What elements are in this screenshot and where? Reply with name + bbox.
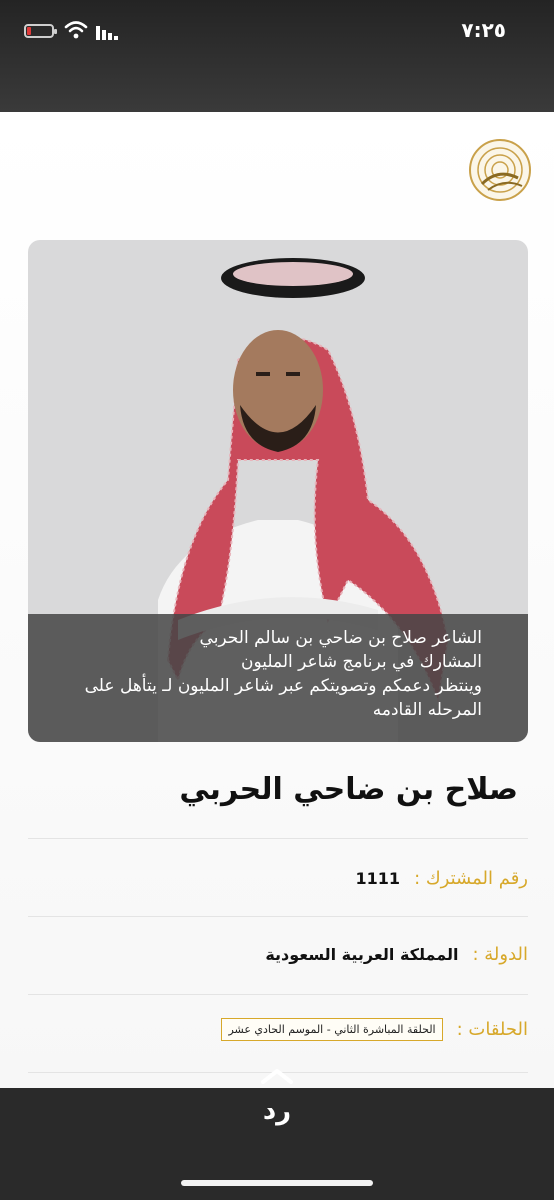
reply-bar[interactable]: رد <box>0 1069 554 1200</box>
country-label: الدولة : <box>472 944 528 965</box>
caption-line: المرحله القادمه <box>372 700 482 720</box>
divider <box>28 916 528 917</box>
participant-number-label: رقم المشترك : <box>414 868 528 889</box>
caption-line: الشاعر صلاح بن ضاحي بن سالم الحربي <box>199 628 482 648</box>
divider <box>28 994 528 995</box>
caption-line: المشارك في برنامج شاعر المليون <box>240 652 482 672</box>
photo-caption: الشاعر صلاح بن ضاحي بن سالم الحربي المشا… <box>28 614 528 742</box>
episodes-label: الحلقات : <box>456 1019 528 1040</box>
status-bar: ٧:٢٥ <box>0 0 554 112</box>
wifi-icon <box>64 21 88 39</box>
country-value: المملكة العربية السعودية <box>265 945 459 964</box>
participant-number-value: 1111 <box>355 869 401 888</box>
poet-name: صلاح بن ضاحي الحربي <box>179 772 518 807</box>
battery-level <box>27 27 31 35</box>
episode-badge: الحلقة المباشرة الثاني - الموسم الحادي ع… <box>221 1018 443 1041</box>
story-content: الشاعر صلاح بن ضاحي بن سالم الحربي المشا… <box>0 112 554 1088</box>
poet-photo: الشاعر صلاح بن ضاحي بن سالم الحربي المشا… <box>28 240 528 742</box>
episodes-row: الحلقات : الحلقة المباشرة الثاني - الموس… <box>221 1018 528 1041</box>
divider <box>28 838 528 839</box>
reply-button[interactable]: رد <box>0 1096 554 1126</box>
shaer-al-milyon-logo <box>469 139 531 201</box>
status-time: ٧:٢٥ <box>461 18 506 42</box>
cellular-signal-icon <box>96 26 118 40</box>
chevron-up-icon[interactable] <box>259 1066 295 1086</box>
country-row: الدولة : المملكة العربية السعودية <box>265 944 528 965</box>
battery-icon <box>24 24 57 38</box>
home-indicator[interactable] <box>181 1180 373 1186</box>
participant-number-row: رقم المشترك : 1111 <box>356 868 528 889</box>
caption-line: وينتظر دعمكم وتصويتكم عبر شاعر المليون ل… <box>84 676 482 696</box>
